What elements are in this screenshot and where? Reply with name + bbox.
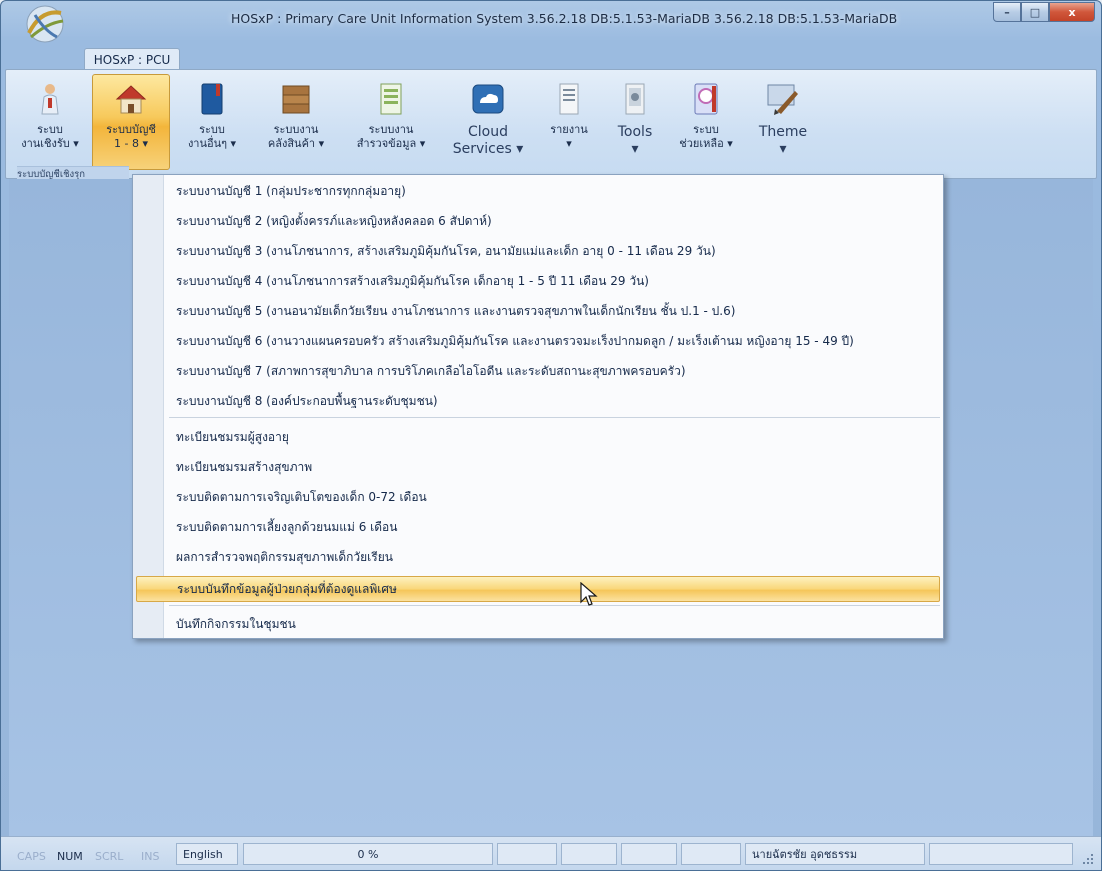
status-panel-empty [561, 843, 617, 865]
status-panel-empty [621, 843, 677, 865]
menu-item-account-8[interactable]: ระบบงานบัญชี 8 (องค์ประกอบพื้นฐานระดับชุ… [136, 388, 940, 414]
status-panel-empty [497, 843, 557, 865]
brush-icon [767, 84, 798, 115]
person-icon [41, 84, 59, 115]
menu-item-special-care-patients[interactable]: ระบบบันทึกข้อมูลผู้ป่วยกลุ่มที่ต้องดูแลพ… [136, 576, 940, 602]
tools-icon [625, 83, 645, 115]
title-bar[interactable]: HOSxP : Primary Care Unit Information Sy… [1, 1, 1101, 43]
ribbon-button-other-systems[interactable]: ระบบ งานอื่นๆ ▾ [174, 74, 250, 170]
insert-indicator: INS [141, 850, 160, 863]
house-icon [115, 85, 147, 114]
ribbon-button-warehouse[interactable]: ระบบงาน คลังสินค้า ▾ [254, 74, 338, 170]
menu-item-account-1[interactable]: ระบบงานบัญชี 1 (กลุ่มประชากรทุกกลุ่มอายุ… [136, 178, 940, 204]
ribbon-button-theme[interactable]: Theme ▾ [748, 74, 818, 170]
current-user-label: นายฉัตรชัย อุดชธรรม [745, 843, 925, 865]
main-window: HOSxP : Primary Care Unit Information Sy… [0, 0, 1102, 871]
ribbon-button-label: รายงาน [550, 123, 588, 136]
menu-item-school-health-survey[interactable]: ผลการสำรวจพฤติกรรมสุขภาพเด็กวัยเรียน [136, 544, 940, 570]
ribbon-button-label: 1 - 8 ▾ [114, 137, 148, 150]
ribbon-button-label: สำรวจข้อมูล ▾ [356, 137, 426, 150]
ribbon-button-label: Tools [617, 124, 653, 140]
maximize-button[interactable]: □ [1021, 2, 1049, 22]
ribbon-button-group: ระบบ งานเชิงรับ ▾ ระบบบัญชี 1 - 8 ▾ ระบบ [12, 74, 822, 180]
ribbon-tab-strip: HOSxP : PCU [1, 43, 1101, 70]
close-button[interactable]: x [1049, 2, 1095, 22]
menu-item-health-club[interactable]: ทะเบียนชมรมสร้างสุขภาพ [136, 454, 940, 480]
status-panel-empty [681, 843, 741, 865]
menu-item-elderly-club[interactable]: ทะเบียนชมรมผู้สูงอายุ [136, 424, 940, 450]
menu-item-account-4[interactable]: ระบบงานบัญชี 4 (งานโภชนาการสร้างเสริมภูม… [136, 268, 940, 294]
cloud-icon [472, 84, 504, 114]
accounts-dropdown-menu: ระบบงานบัญชี 1 (กลุ่มประชากรทุกกลุ่มอายุ… [132, 174, 944, 639]
ribbon-button-help[interactable]: ระบบ ช่วยเหลือ ▾ [668, 74, 744, 170]
progress-bar: 0 % [243, 843, 493, 865]
ribbon-button-accounts-1-8[interactable]: ระบบบัญชี 1 - 8 ▾ [92, 74, 170, 170]
app-logo-icon[interactable] [19, 3, 71, 45]
menu-item-account-3[interactable]: ระบบงานบัญชี 3 (งานโภชนาการ, สร้างเสริมภ… [136, 238, 940, 264]
menu-separator [169, 605, 940, 606]
survey-icon [380, 83, 402, 115]
warehouse-icon [282, 85, 310, 114]
status-bar: CAPS NUM SCRL INS English 0 % นายฉัตรชัย… [1, 836, 1101, 870]
ribbon-button-label: Services ▾ [452, 141, 524, 157]
menu-item-account-6[interactable]: ระบบงานบัญชี 6 (งานวางแผนครอบครัว สร้างเ… [136, 328, 940, 354]
menu-item-account-5[interactable]: ระบบงานบัญชี 5 (งานอนามัยเด็กวัยเรียน งา… [136, 298, 940, 324]
ribbon-button-label: ระบบบัญชี [106, 123, 156, 136]
ribbon-button-label: ระบบงาน [273, 123, 319, 136]
ribbon-button-label: ระบบงาน [368, 123, 414, 136]
ribbon-button-label: ▾ [566, 137, 572, 150]
menu-item-child-growth[interactable]: ระบบติดตามการเจริญเติบโตของเด็ก 0-72 เดื… [136, 484, 940, 510]
ribbon-group-caption: ระบบบัญชีเชิงรุก [17, 166, 129, 179]
window-title: HOSxP : Primary Care Unit Information Sy… [231, 11, 898, 26]
ribbon-button-reception[interactable]: ระบบ งานเชิงรับ ▾ [12, 74, 88, 170]
ribbon: ระบบ งานเชิงรับ ▾ ระบบบัญชี 1 - 8 ▾ ระบบ [5, 69, 1097, 179]
language-indicator: English [176, 843, 238, 865]
scroll-lock-indicator: SCRL [95, 850, 124, 863]
ribbon-button-label: Theme [758, 124, 808, 140]
ribbon-button-label: Cloud [468, 124, 508, 140]
ribbon-button-label: ช่วยเหลือ ▾ [679, 137, 733, 150]
tab-hosxp-pcu[interactable]: HOSxP : PCU [84, 48, 180, 70]
menu-separator [169, 417, 940, 418]
mouse-cursor-icon [580, 582, 598, 606]
help-book-icon [694, 83, 718, 115]
menu-item-account-2[interactable]: ระบบงานบัญชี 2 (หญิงตั้งครรภ์และหญิงหลัง… [136, 208, 940, 234]
menu-item-breastfeeding[interactable]: ระบบติดตามการเลี้ยงลูกด้วยนมแม่ 6 เดือน [136, 514, 940, 540]
ribbon-button-label: ระบบ [37, 123, 63, 136]
report-icon [559, 83, 579, 115]
ribbon-button-label: ▾ [779, 141, 787, 157]
ribbon-button-tools[interactable]: Tools ▾ [606, 74, 664, 170]
ribbon-button-label: ▾ [631, 141, 639, 157]
ribbon-button-label: งานเชิงรับ ▾ [21, 137, 79, 150]
minimize-button[interactable]: – [993, 2, 1021, 22]
ribbon-button-cloud-services[interactable]: Cloud Services ▾ [444, 74, 532, 170]
status-panel-empty [929, 843, 1073, 865]
ribbon-button-label: งานอื่นๆ ▾ [187, 137, 237, 150]
ribbon-button-label: ระบบ [199, 123, 225, 136]
ribbon-button-label: คลังสินค้า ▾ [267, 137, 325, 150]
resize-grip-icon[interactable] [1081, 852, 1095, 866]
progress-text: 0 % [357, 847, 379, 861]
menu-item-community-activities[interactable]: บันทึกกิจกรรมในชุมชน [136, 611, 940, 637]
num-lock-indicator: NUM [57, 850, 83, 863]
book-icon [201, 83, 223, 115]
caps-lock-indicator: CAPS [17, 850, 46, 863]
ribbon-button-reports[interactable]: รายงาน ▾ [536, 74, 602, 170]
ribbon-button-survey[interactable]: ระบบงาน สำรวจข้อมูล ▾ [342, 74, 440, 170]
menu-item-account-7[interactable]: ระบบงานบัญชี 7 (สภาพการสุขาภิบาล การบริโ… [136, 358, 940, 384]
ribbon-button-label: ระบบ [693, 123, 719, 136]
